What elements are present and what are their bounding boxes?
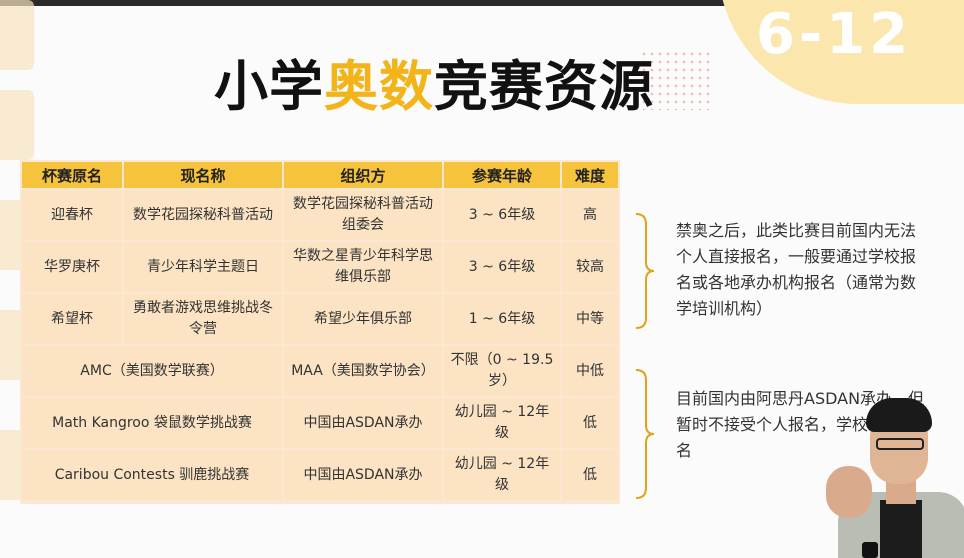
header-difficulty: 难度 <box>562 162 618 188</box>
cell-current-name: 青少年科学主题日 <box>124 242 282 292</box>
cell-age: 幼儿园 ~ 12年级 <box>444 450 560 500</box>
cell-organizer: 中国由ASDAN承办 <box>284 398 442 448</box>
note-domestic-cups: 禁奥之后，此类比赛目前国内无法个人直接报名，一般要通过学校报名或各地承办机构报名… <box>676 221 917 318</box>
slide: 6-12 小学奥数竞赛资源 杯赛原名 现名称 组织方 参赛年龄 难度 迎春杯 数… <box>0 0 964 558</box>
age-badge-text: 6-12 <box>756 2 913 67</box>
cell-current-name: 数学花园探秘科普活动 <box>124 190 282 240</box>
cell-organizer: 华数之星青少年科学思维俱乐部 <box>284 242 442 292</box>
cell-merged-name: AMC（美国数学联赛） <box>22 346 282 396</box>
cell-age: 幼儿园 ~ 12年级 <box>444 398 560 448</box>
presenter-video <box>822 396 964 558</box>
page-title: 小学奥数竞赛资源 <box>214 42 654 121</box>
table-row: Math Kangroo 袋鼠数学挑战赛 中国由ASDAN承办 幼儿园 ~ 12… <box>22 398 618 448</box>
cell-merged-name: Caribou Contests 驯鹿挑战赛 <box>22 450 282 500</box>
brace-icon <box>634 368 656 500</box>
cell-merged-name: Math Kangroo 袋鼠数学挑战赛 <box>22 398 282 448</box>
cell-age: 不限（0 ~ 19.5岁） <box>444 346 560 396</box>
competition-table: 杯赛原名 现名称 组织方 参赛年龄 难度 迎春杯 数学花园探秘科普活动 数学花园… <box>20 160 620 504</box>
cell-difficulty: 高 <box>562 190 618 240</box>
table-row: Caribou Contests 驯鹿挑战赛 中国由ASDAN承办 幼儿园 ~ … <box>22 450 618 500</box>
header-current-name: 现名称 <box>124 162 282 188</box>
cell-age: 3 ~ 6年级 <box>444 242 560 292</box>
brace-icon <box>634 212 656 330</box>
cell-age: 3 ~ 6年级 <box>444 190 560 240</box>
microphone-icon <box>862 542 878 558</box>
title-part1: 小学 <box>214 55 324 118</box>
cell-difficulty: 中等 <box>562 294 618 344</box>
title-highlight: 奥数 <box>324 55 434 118</box>
cell-organizer: 希望少年俱乐部 <box>284 294 442 344</box>
cell-organizer: MAA（美国数学协会） <box>284 346 442 396</box>
cell-current-name: 勇敢者游戏思维挑战冬令营 <box>124 294 282 344</box>
cell-age: 1 ~ 6年级 <box>444 294 560 344</box>
table-row: 希望杯 勇敢者游戏思维挑战冬令营 希望少年俱乐部 1 ~ 6年级 中等 <box>22 294 618 344</box>
title-part2: 竞赛资源 <box>434 55 654 118</box>
header-age: 参赛年龄 <box>444 162 560 188</box>
cell-difficulty: 低 <box>562 398 618 448</box>
cell-original-name: 希望杯 <box>22 294 122 344</box>
cell-original-name: 迎春杯 <box>22 190 122 240</box>
header-organizer: 组织方 <box>284 162 442 188</box>
header-original-name: 杯赛原名 <box>22 162 122 188</box>
cell-original-name: 华罗庚杯 <box>22 242 122 292</box>
cell-organizer: 数学花园探秘科普活动组委会 <box>284 190 442 240</box>
table-row: 迎春杯 数学花园探秘科普活动 数学花园探秘科普活动组委会 3 ~ 6年级 高 <box>22 190 618 240</box>
table-row: 华罗庚杯 青少年科学主题日 华数之星青少年科学思维俱乐部 3 ~ 6年级 较高 <box>22 242 618 292</box>
cell-difficulty: 低 <box>562 450 618 500</box>
table-header-row: 杯赛原名 现名称 组织方 参赛年龄 难度 <box>22 162 618 188</box>
cell-organizer: 中国由ASDAN承办 <box>284 450 442 500</box>
cell-difficulty: 中低 <box>562 346 618 396</box>
cell-difficulty: 较高 <box>562 242 618 292</box>
table-row: AMC（美国数学联赛） MAA（美国数学协会） 不限（0 ~ 19.5岁） 中低 <box>22 346 618 396</box>
